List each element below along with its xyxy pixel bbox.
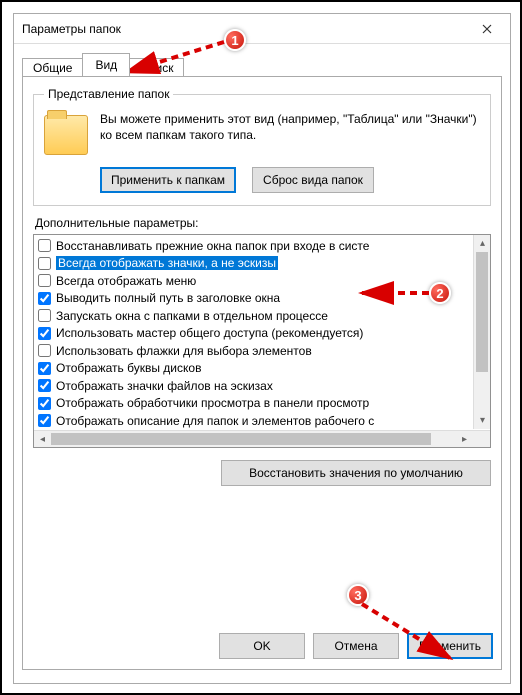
scroll-left-arrow-icon[interactable]: ◂ [34, 431, 51, 448]
apply-button[interactable]: Применить [407, 633, 493, 659]
list-item-checkbox[interactable] [38, 309, 51, 322]
list-item-label: Выводить полный путь в заголовке окна [56, 291, 280, 305]
scroll-up-arrow-icon[interactable]: ▴ [474, 235, 491, 252]
list-item[interactable]: Отображать буквы дисков [36, 360, 470, 378]
list-item-checkbox[interactable] [38, 344, 51, 357]
folder-icon [44, 115, 88, 155]
horizontal-scrollbar[interactable]: ◂ ▸ [34, 430, 490, 447]
list-item-label: Всегда отображать значки, а не эскизы [56, 256, 278, 270]
list-item-label: Отображать описание для папок и элементо… [56, 414, 374, 428]
restore-defaults-button[interactable]: Восстановить значения по умолчанию [221, 460, 491, 486]
list-item-checkbox[interactable] [38, 257, 51, 270]
list-item[interactable]: Всегда отображать меню [36, 272, 470, 290]
list-item-label: Восстанавливать прежние окна папок при в… [56, 239, 369, 253]
tab-view[interactable]: Вид [82, 53, 130, 76]
list-item[interactable]: Использовать флажки для выбора элементов [36, 342, 470, 360]
v-scroll-thumb[interactable] [476, 252, 488, 372]
dialog-button-row: OK Отмена Применить [219, 633, 493, 659]
scroll-down-arrow-icon[interactable]: ▾ [474, 412, 491, 429]
list-item-checkbox[interactable] [38, 379, 51, 392]
ok-button[interactable]: OK [219, 633, 305, 659]
list-item-label: Отображать буквы дисков [56, 361, 201, 375]
title-bar: Параметры папок [14, 14, 510, 44]
list-item-checkbox[interactable] [38, 397, 51, 410]
advanced-listbox[interactable]: Восстанавливать прежние окна папок при в… [33, 234, 491, 448]
list-item[interactable]: Восстанавливать прежние окна папок при в… [36, 237, 470, 255]
list-item[interactable]: Выводить полный путь в заголовке окна [36, 290, 470, 308]
advanced-label: Дополнительные параметры: [35, 216, 491, 230]
cancel-button[interactable]: Отмена [313, 633, 399, 659]
list-item-label: Использовать мастер общего доступа (реко… [56, 326, 363, 340]
reset-folders-button[interactable]: Сброс вида папок [252, 167, 374, 193]
vertical-scrollbar[interactable]: ▴ ▾ [473, 235, 490, 429]
list-item-checkbox[interactable] [38, 362, 51, 375]
folder-options-dialog: Параметры папок Общие Вид Поиск Представ… [13, 13, 511, 684]
scroll-corner [473, 431, 490, 448]
folder-views-text: Вы можете применить этот вид (например, … [100, 111, 480, 143]
list-item-label: Всегда отображать меню [56, 274, 196, 288]
list-item[interactable]: Отображать описание для папок и элементо… [36, 412, 470, 429]
list-item-checkbox[interactable] [38, 327, 51, 340]
list-item-label: Отображать обработчики просмотра в панел… [56, 396, 369, 410]
close-button[interactable] [464, 14, 510, 44]
list-item[interactable]: Отображать обработчики просмотра в панел… [36, 395, 470, 413]
list-item-checkbox[interactable] [38, 292, 51, 305]
list-item-checkbox[interactable] [38, 239, 51, 252]
list-item[interactable]: Запускать окна с папками в отдельном про… [36, 307, 470, 325]
list-item-label: Использовать флажки для выбора элементов [56, 344, 312, 358]
tab-general[interactable]: Общие [22, 58, 83, 77]
list-item-checkbox[interactable] [38, 274, 51, 287]
list-item-label: Запускать окна с папками в отдельном про… [56, 309, 328, 323]
list-item[interactable]: Использовать мастер общего доступа (реко… [36, 325, 470, 343]
scroll-right-arrow-icon[interactable]: ▸ [456, 431, 473, 448]
list-item-label: Отображать значки файлов на эскизах [56, 379, 273, 393]
h-scroll-thumb[interactable] [51, 433, 431, 445]
window-title: Параметры папок [14, 22, 121, 36]
apply-to-folders-button[interactable]: Применить к папкам [100, 167, 236, 193]
list-item[interactable]: Отображать значки файлов на эскизах [36, 377, 470, 395]
list-item[interactable]: Всегда отображать значки, а не эскизы [36, 255, 470, 273]
tab-search[interactable]: Поиск [129, 58, 184, 77]
folder-views-legend: Представление папок [44, 87, 173, 101]
tab-strip: Общие Вид Поиск [14, 50, 510, 76]
tab-panel-view: Представление папок Вы можете применить … [22, 76, 502, 670]
list-item-checkbox[interactable] [38, 414, 51, 427]
folder-views-group: Представление папок Вы можете применить … [33, 87, 491, 206]
